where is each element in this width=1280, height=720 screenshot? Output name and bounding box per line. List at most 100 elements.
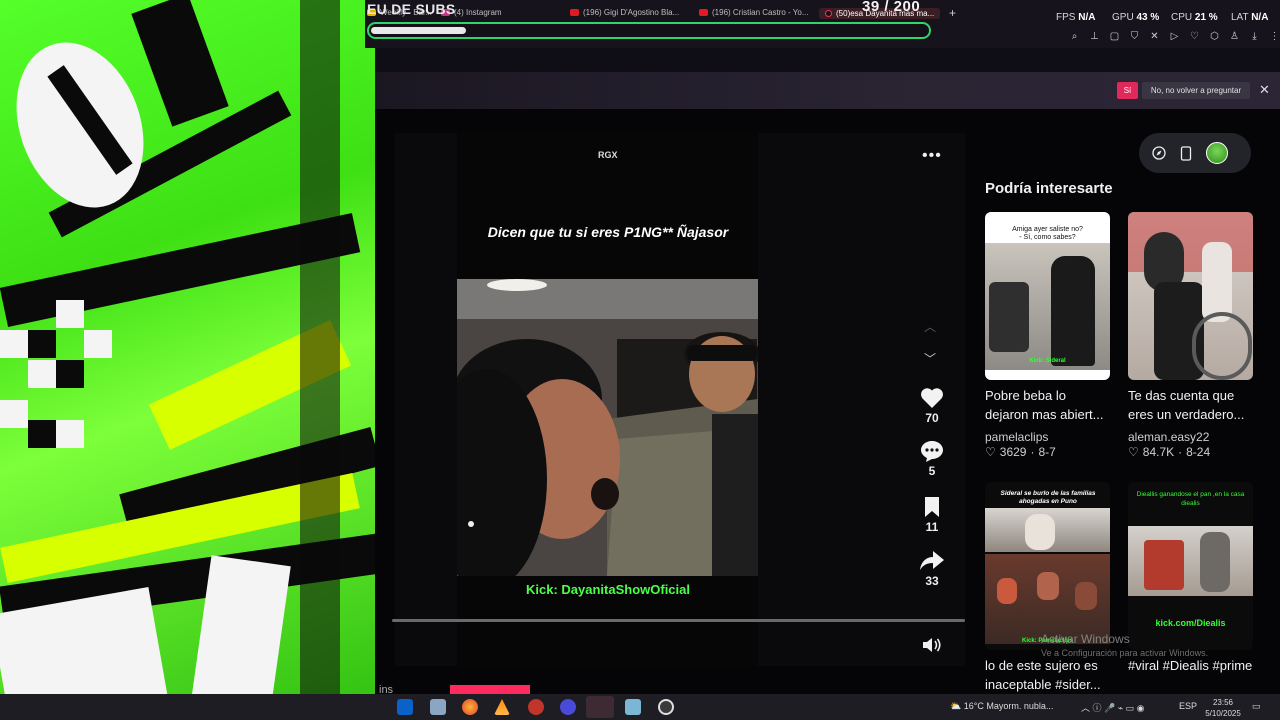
language-indicator[interactable]: ESP bbox=[1179, 701, 1197, 711]
video-frame bbox=[457, 279, 758, 576]
screenshot-icon[interactable]: ▢ bbox=[1108, 30, 1121, 43]
save-button[interactable]: 11 bbox=[914, 496, 950, 534]
kick-channel-label: Kick: DayanitaShowOficial bbox=[526, 582, 690, 597]
compass-icon[interactable] bbox=[1152, 146, 1166, 160]
volume-icon[interactable] bbox=[922, 636, 942, 659]
youtube-icon bbox=[699, 9, 708, 16]
card-author[interactable]: aleman.easy22 bbox=[1128, 430, 1253, 444]
translate-icon[interactable]: ✕ bbox=[1148, 30, 1161, 43]
weather-icon: ⛅ bbox=[950, 701, 962, 711]
clock[interactable]: 23:56 5/10/2025 bbox=[1203, 697, 1243, 719]
video-thumbnail bbox=[1128, 212, 1253, 380]
card-author[interactable]: pamelaclips bbox=[985, 430, 1110, 444]
windows-activation-title: Activar Windows bbox=[1041, 632, 1130, 646]
video-scene bbox=[457, 279, 758, 576]
more-options-icon[interactable]: ••• bbox=[922, 147, 942, 165]
thumbnail-caption: Amiga ayer saliste no? - Sí, como sabes? bbox=[1012, 226, 1083, 241]
thumbnail-watermark: Kick: Sideral bbox=[1029, 358, 1066, 364]
like-button[interactable]: 70 bbox=[914, 387, 950, 425]
like-count: 70 bbox=[925, 411, 939, 425]
thumbnail-caption: Dieallis ganandose el pan ,en la casa di… bbox=[1136, 491, 1245, 507]
avatar[interactable] bbox=[1206, 142, 1228, 164]
notification-yes-button[interactable]: Sí bbox=[1117, 82, 1138, 99]
video-thumbnail: Amiga ayer saliste no? - Sí, como sabes?… bbox=[985, 212, 1110, 380]
weather-widget[interactable]: ⛅ 16°C Mayorm. nubla... bbox=[950, 701, 1053, 712]
menu-icon[interactable]: ⋮ bbox=[1268, 30, 1280, 43]
file-explorer-icon[interactable] bbox=[430, 699, 446, 715]
notes-icon[interactable] bbox=[625, 699, 641, 715]
windows-activation-subtitle: Ve a Configuración para activar Windows. bbox=[1041, 648, 1209, 658]
bottom-pink-tab[interactable] bbox=[450, 685, 530, 694]
save-count: 11 bbox=[925, 520, 939, 534]
zoom-icon[interactable]: ⌕ bbox=[1068, 30, 1081, 43]
new-tab-button[interactable]: + bbox=[949, 6, 956, 20]
video-thumbnail: Sideral se burlo de las familias ahogada… bbox=[985, 482, 1110, 650]
browser-toolbar: ⌕ ⊥ ▢ ⛉ ✕ ▷ ♡ ⬡ ♙ ⤓ ⋮ bbox=[1068, 30, 1280, 43]
card-stats: ♡ 84.7K · 8-24 bbox=[1128, 445, 1211, 459]
notification-no-button[interactable]: No, no volver a preguntar bbox=[1142, 82, 1250, 99]
share-count: 33 bbox=[925, 574, 939, 588]
tray-icons[interactable]: ︿ ⓘ 🎤 ⌁ ▭ ◉ bbox=[1081, 701, 1144, 714]
card-title[interactable]: Pobre beba lo dejaron mas abiert... bbox=[985, 386, 1110, 424]
subs-counter: 39 / 200 bbox=[862, 0, 921, 15]
profile-icon[interactable]: ♙ bbox=[1228, 30, 1241, 43]
header-action-pill bbox=[1139, 133, 1251, 173]
card-stats: ♡ 3629 · 8-7 bbox=[985, 445, 1056, 459]
close-icon[interactable]: ✕ bbox=[1259, 82, 1270, 98]
chevron-up-icon[interactable]: ︿ bbox=[924, 318, 936, 335]
video-caption: Dicen que tu si eres P1NG** Ñajasor bbox=[487, 224, 729, 240]
pin-icon[interactable]: ⊥ bbox=[1088, 30, 1101, 43]
youtube-icon bbox=[570, 9, 579, 16]
play-icon[interactable]: ▷ bbox=[1168, 30, 1181, 43]
thumbnail-caption: Sideral se burlo de las familias ahogada… bbox=[1000, 490, 1096, 505]
subs-progress-fill bbox=[371, 27, 466, 34]
video-seek-bar[interactable] bbox=[392, 619, 965, 622]
heart-icon bbox=[921, 388, 943, 408]
firefox-icon[interactable] bbox=[462, 699, 478, 715]
shirt-print bbox=[1055, 282, 1089, 312]
stream-overlay-art bbox=[0, 0, 375, 720]
cpu-readout: CPU 21 % bbox=[1171, 12, 1218, 23]
tiktok-icon bbox=[825, 10, 832, 17]
clock-time: 23:56 bbox=[1212, 698, 1234, 707]
phone-icon[interactable] bbox=[1180, 145, 1192, 161]
card-title[interactable]: #viral #Diealis #prime bbox=[1128, 656, 1253, 675]
comment-icon bbox=[921, 441, 943, 462]
card-title[interactable]: lo de este sujero es inaceptable #sider.… bbox=[985, 656, 1110, 694]
browser-taskbar-button[interactable] bbox=[586, 696, 614, 718]
shield-icon[interactable]: ⛉ bbox=[1128, 30, 1141, 43]
extensions-icon[interactable]: ⬡ bbox=[1208, 30, 1221, 43]
heart-outline-icon: ♡ bbox=[1128, 445, 1139, 459]
lat-readout: LAT N/A bbox=[1231, 12, 1269, 23]
discord-icon[interactable] bbox=[560, 699, 576, 715]
suggested-video-card[interactable]: Sideral se burlo de las familias ahogada… bbox=[985, 482, 1110, 694]
gpu-readout: GPU 43 % bbox=[1112, 12, 1160, 23]
suggested-video-card[interactable]: Dieallis ganandose el pan ,en la casa di… bbox=[1128, 482, 1253, 675]
share-icon bbox=[920, 551, 944, 570]
heart-outline-icon: ♡ bbox=[985, 445, 996, 459]
clock-date: 5/10/2025 bbox=[1205, 709, 1241, 718]
suggested-video-card[interactable]: Te das cuenta que eres un verdadero... a… bbox=[1128, 212, 1253, 459]
obs-icon[interactable] bbox=[658, 699, 674, 715]
thumbnail-watermark: kick.com/Diealis bbox=[1155, 618, 1226, 628]
subs-progress-bar bbox=[367, 22, 931, 39]
card-title[interactable]: Te das cuenta que eres un verdadero... bbox=[1128, 386, 1253, 424]
page-header-band bbox=[375, 48, 1280, 72]
video-thumbnail: Dieallis ganandose el pan ,en la casa di… bbox=[1128, 482, 1253, 650]
suggested-video-card[interactable]: Amiga ayer saliste no? - Sí, como sabes?… bbox=[985, 212, 1110, 459]
heart-icon[interactable]: ♡ bbox=[1188, 30, 1201, 43]
video-tag: RGX bbox=[598, 150, 618, 160]
chevron-down-icon[interactable]: ﹀ bbox=[924, 350, 936, 367]
browser-tab[interactable]: (196) Cristian Castro - Yo... bbox=[699, 8, 808, 17]
browser-tab[interactable]: (196) Gigi D'Agostino Bla... bbox=[570, 8, 679, 17]
comment-button[interactable]: 5 bbox=[914, 440, 950, 478]
outlook-icon[interactable] bbox=[397, 699, 413, 715]
bookmark-icon bbox=[925, 497, 939, 517]
download-icon[interactable]: ⤓ bbox=[1248, 30, 1261, 43]
section-title: Podría interesarte bbox=[985, 180, 1113, 197]
share-button[interactable]: 33 bbox=[914, 550, 950, 588]
app-icon[interactable] bbox=[528, 699, 544, 715]
comment-count: 5 bbox=[928, 464, 936, 478]
notifications-icon[interactable]: ▭ bbox=[1252, 701, 1261, 712]
stream-title: EU DE SUBS bbox=[367, 1, 456, 17]
